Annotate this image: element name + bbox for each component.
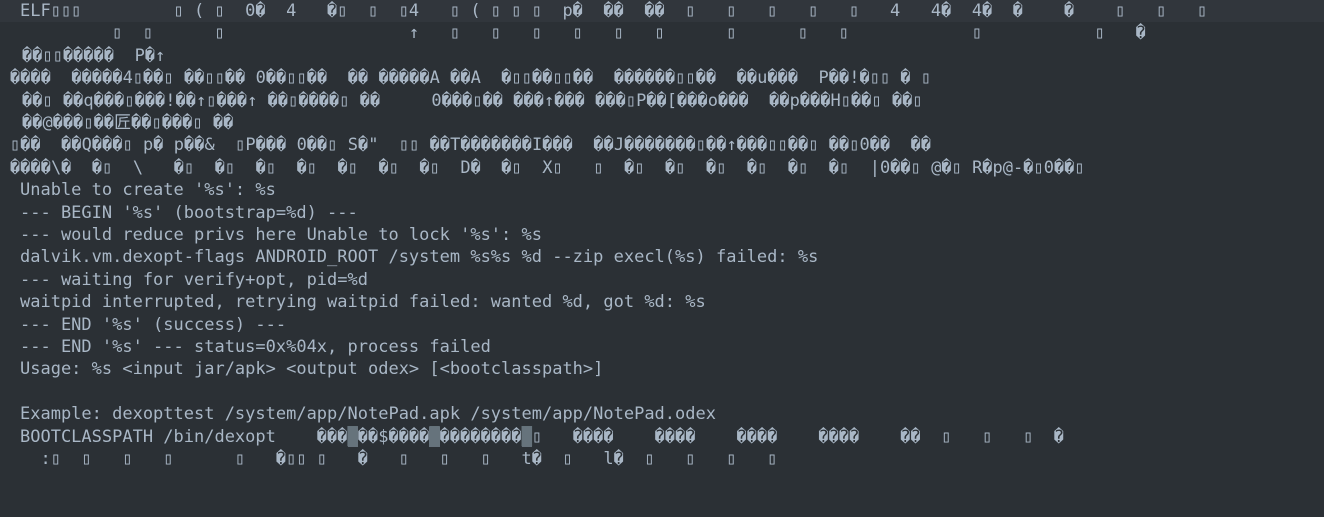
line-text: --- waiting for verify+opt, pid=%d xyxy=(20,269,368,290)
control-char-block: █ xyxy=(347,426,358,447)
line-segment: �������� xyxy=(439,426,522,447)
line-segment: ��$���� xyxy=(357,426,430,447)
editor-line[interactable] xyxy=(0,381,1324,403)
line-text: --- BEGIN '%s' (bootstrap=%d) --- xyxy=(20,202,358,223)
editor-line[interactable]: ���� �����4▯��▯ ��▯▯�� 0��▯▯�� �� �����A… xyxy=(0,67,1324,89)
editor-line[interactable]: ��▯▯����� P�↑ xyxy=(0,45,1324,67)
editor-line[interactable]: --- waiting for verify+opt, pid=%d xyxy=(0,269,1324,291)
line-text: :▯ ▯ ▯ ▯ ▯ �▯▯ ▯ � ▯ ▯ ▯ t� ▯ l� ▯ ▯ ▯ ▯ xyxy=(20,449,778,469)
line-text: ELF▯▯▯ ▯ ( ▯ 0� 4 �▯ ▯ ▯4 ▯ ( ▯ ▯ ▯ p� �… xyxy=(20,1,1208,21)
line-text xyxy=(0,382,20,402)
line-text: BOOTCLASSPATH /bin/dexopt ���█��$����█��… xyxy=(0,426,1065,447)
editor-line[interactable]: --- END '%s' (success) --- xyxy=(0,314,1324,336)
line-text: Usage: %s <input jar/apk> <output odex> … xyxy=(20,359,604,380)
line-text: ���� �����4▯��▯ ��▯▯�� 0��▯▯�� �� �����A… xyxy=(10,68,932,89)
line-text: ��@���▯��匠��▯���▯ �� xyxy=(22,113,234,133)
editor-line[interactable]: --- BEGIN '%s' (bootstrap=%d) --- xyxy=(0,202,1324,224)
control-char-block: █ xyxy=(521,426,532,447)
editor-line[interactable]: ELF▯▯▯ ▯ ( ▯ 0� 4 �▯ ▯ ▯4 ▯ ( ▯ ▯ ▯ p� �… xyxy=(0,0,1324,23)
line-text: Example: dexopttest /system/app/NotePad.… xyxy=(20,404,716,425)
editor-line[interactable]: BOOTCLASSPATH /bin/dexopt ���█��$����█��… xyxy=(0,426,1324,448)
line-text: Unable to create '%s': %s xyxy=(20,180,276,201)
line-text: dalvik.vm.dexopt-flags ANDROID_ROOT /sys… xyxy=(20,247,819,268)
editor-line[interactable]: ��@���▯��匠��▯���▯ �� xyxy=(0,112,1324,134)
line-text: waitpid interrupted, retrying waitpid fa… xyxy=(20,292,706,313)
editor-line[interactable]: ����\� �▯ \ �▯ �▯ �▯ �▯ �▯ �▯ �▯ D� �▯ X… xyxy=(0,157,1324,179)
line-segment: ▯ ���� ���� ���� ���� �� ▯ ▯ ▯ � xyxy=(531,426,1065,447)
line-text: --- would reduce privs here Unable to lo… xyxy=(20,225,542,245)
editor-line[interactable]: waitpid interrupted, retrying waitpid fa… xyxy=(0,291,1324,313)
line-text: ▯ ▯ ▯ ↑ ▯ ▯ ▯ ▯ ▯ ▯ ▯ ▯ ▯ ▯ ▯ � xyxy=(20,23,1146,44)
editor-line[interactable]: Unable to create '%s': %s xyxy=(0,179,1324,201)
line-text: ����\� �▯ \ �▯ �▯ �▯ �▯ �▯ �▯ �▯ D� �▯ X… xyxy=(10,157,1085,178)
editor-line[interactable]: ▯�� ��Q���▯ p� p��& ▯P��� 0��▯ S�" ▯▯ ��… xyxy=(0,134,1324,156)
editor-line[interactable]: Usage: %s <input jar/apk> <output odex> … xyxy=(0,358,1324,380)
line-text: ��▯ ��q���▯���!��↑▯���↑ ��▯����▯ �� 0���… xyxy=(22,90,923,111)
editor-line[interactable]: ��▯ ��q���▯���!��↑▯���↑ ��▯����▯ �� 0���… xyxy=(0,90,1324,112)
line-segment: BOOTCLASSPATH /bin/dexopt ��� xyxy=(20,426,348,447)
editor-line[interactable]: --- would reduce privs here Unable to lo… xyxy=(0,224,1324,246)
text-editor[interactable]: ELF▯▯▯ ▯ ( ▯ 0� 4 �▯ ▯ ▯4 ▯ ( ▯ ▯ ▯ p� �… xyxy=(0,0,1324,517)
editor-line[interactable]: dalvik.vm.dexopt-flags ANDROID_ROOT /sys… xyxy=(0,246,1324,268)
line-text: ��▯▯����� P�↑ xyxy=(22,45,166,66)
editor-line[interactable]: :▯ ▯ ▯ ▯ ▯ �▯▯ ▯ � ▯ ▯ ▯ t� ▯ l� ▯ ▯ ▯ ▯ xyxy=(0,448,1324,470)
line-text: ▯�� ��Q���▯ p� p��& ▯P��� 0��▯ S�" ▯▯ ��… xyxy=(10,135,932,156)
editor-line[interactable]: --- END '%s' --- status=0x%04x, process … xyxy=(0,336,1324,358)
editor-line[interactable]: ▯ ▯ ▯ ↑ ▯ ▯ ▯ ▯ ▯ ▯ ▯ ▯ ▯ ▯ ▯ � xyxy=(0,22,1324,44)
control-char-block: █ xyxy=(429,426,440,447)
line-text: --- END '%s' (success) --- xyxy=(20,314,287,335)
line-text: --- END '%s' --- status=0x%04x, process … xyxy=(20,337,491,357)
editor-line[interactable]: Example: dexopttest /system/app/NotePad.… xyxy=(0,403,1324,425)
